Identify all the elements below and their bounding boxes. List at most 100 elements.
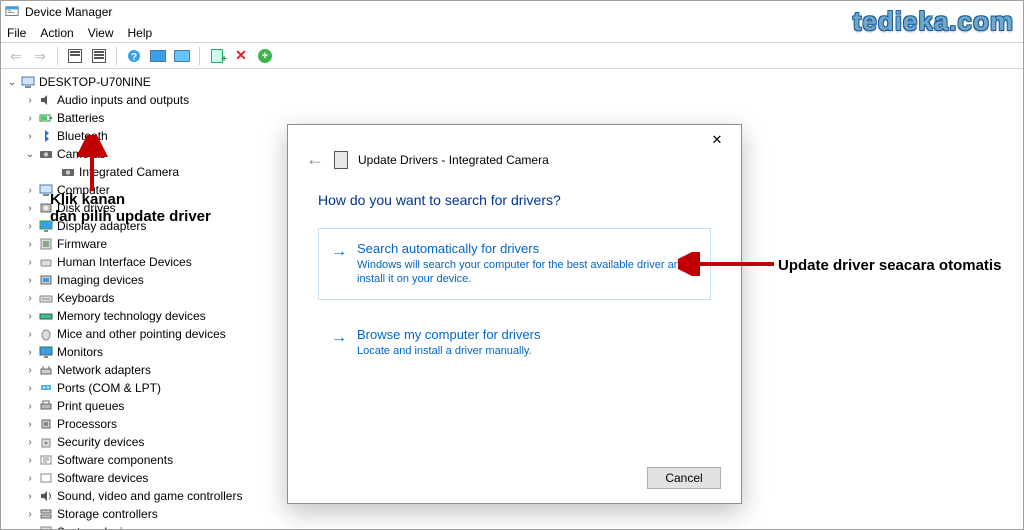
tree-item-label: Mice and other pointing devices bbox=[57, 327, 226, 341]
monitor-icon bbox=[174, 50, 190, 62]
cancel-button[interactable]: Cancel bbox=[647, 467, 721, 489]
show-hide-tree-button[interactable] bbox=[64, 45, 86, 67]
separator bbox=[116, 47, 117, 65]
close-icon: ✕ bbox=[712, 132, 723, 148]
tree-item-label: Human Interface Devices bbox=[57, 255, 192, 269]
chevron-right-icon[interactable]: › bbox=[25, 221, 35, 232]
chevron-right-icon[interactable]: › bbox=[25, 509, 35, 520]
chevron-right-icon[interactable]: › bbox=[25, 239, 35, 250]
tree-root-label: DESKTOP-U70NINE bbox=[39, 75, 151, 89]
menu-action[interactable]: Action bbox=[40, 26, 73, 40]
chevron-right-icon[interactable]: › bbox=[25, 293, 35, 304]
tree-item-label: Cameras bbox=[57, 147, 106, 161]
forward-icon: ⇒ bbox=[34, 49, 46, 63]
device-category-icon bbox=[39, 525, 53, 529]
device-category-icon bbox=[39, 417, 53, 431]
x-icon: ✕ bbox=[235, 47, 247, 64]
chevron-right-icon[interactable]: › bbox=[25, 131, 35, 142]
tree-item-label: Display adapters bbox=[57, 219, 146, 233]
device-category-icon bbox=[39, 93, 53, 107]
device-category-icon bbox=[39, 507, 53, 521]
device-category-icon bbox=[39, 309, 53, 323]
back-icon[interactable]: ← bbox=[306, 149, 324, 170]
arrow-right-icon: → bbox=[331, 329, 347, 347]
help-icon: ? bbox=[126, 48, 142, 64]
chevron-right-icon[interactable]: › bbox=[25, 113, 35, 124]
device-category-icon bbox=[39, 435, 53, 449]
tree-item-label: Monitors bbox=[57, 345, 103, 359]
option-desc: Windows will search your computer for th… bbox=[357, 258, 696, 287]
option-title: Browse my computer for drivers bbox=[357, 327, 696, 342]
device-category-icon bbox=[39, 489, 53, 503]
menubar: File Action View Help bbox=[1, 23, 1023, 43]
uninstall-device-button[interactable]: ✕ bbox=[230, 45, 252, 67]
separator bbox=[57, 47, 58, 65]
tree-item-label: Software devices bbox=[57, 471, 148, 485]
chevron-right-icon[interactable]: › bbox=[25, 347, 35, 358]
dialog-title: Update Drivers - Integrated Camera bbox=[358, 153, 549, 167]
tree-item[interactable]: › Storage controllers bbox=[25, 505, 1017, 523]
scan-hardware-button[interactable] bbox=[147, 45, 169, 67]
chevron-right-icon[interactable]: › bbox=[25, 311, 35, 322]
menu-view[interactable]: View bbox=[88, 26, 114, 40]
tree-item-label: System devices bbox=[57, 525, 141, 529]
chevron-right-icon[interactable]: › bbox=[25, 527, 35, 530]
chevron-right-icon[interactable]: › bbox=[25, 329, 35, 340]
tree-item-label: Security devices bbox=[57, 435, 144, 449]
tree-item-label: Audio inputs and outputs bbox=[57, 93, 189, 107]
chevron-right-icon[interactable]: › bbox=[25, 419, 35, 430]
svg-text:?: ? bbox=[131, 52, 137, 63]
menu-help[interactable]: Help bbox=[128, 26, 153, 40]
monitor-icon bbox=[150, 50, 166, 62]
chevron-right-icon[interactable]: › bbox=[25, 185, 35, 196]
menu-file[interactable]: File bbox=[7, 26, 26, 40]
device-category-icon bbox=[39, 129, 53, 143]
device-category-icon bbox=[39, 183, 53, 197]
option-search-automatically[interactable]: → Search automatically for drivers Windo… bbox=[318, 228, 711, 300]
chevron-right-icon[interactable]: › bbox=[25, 275, 35, 286]
device-icon bbox=[61, 165, 75, 179]
tree-item-label: Disk drives bbox=[57, 201, 116, 215]
chevron-right-icon[interactable]: › bbox=[25, 473, 35, 484]
back-icon: ⇐ bbox=[10, 49, 22, 63]
doc-plus-icon bbox=[211, 49, 223, 63]
properties-button[interactable] bbox=[88, 45, 110, 67]
tree-item-label: Ports (COM & LPT) bbox=[57, 381, 161, 395]
enable-device-button[interactable]: + bbox=[254, 45, 276, 67]
chevron-right-icon[interactable]: › bbox=[25, 401, 35, 412]
tree-item-label: Network adapters bbox=[57, 363, 151, 377]
chevron-right-icon[interactable]: › bbox=[25, 257, 35, 268]
device-category-icon bbox=[39, 363, 53, 377]
forward-button[interactable]: ⇒ bbox=[29, 45, 51, 67]
tree-item-label: Storage controllers bbox=[57, 507, 158, 521]
help-button[interactable]: ? bbox=[123, 45, 145, 67]
chevron-right-icon[interactable]: › bbox=[25, 383, 35, 394]
toolbar: ⇐ ⇒ ? ✕ + bbox=[1, 43, 1023, 69]
dialog-question: How do you want to search for drivers? bbox=[288, 170, 741, 214]
chevron-right-icon[interactable]: › bbox=[25, 203, 35, 214]
chevron-right-icon[interactable]: › bbox=[25, 95, 35, 106]
close-button[interactable]: ✕ bbox=[697, 128, 737, 152]
device-category-icon bbox=[39, 399, 53, 413]
pane-icon bbox=[92, 49, 106, 63]
tree-root[interactable]: ⌄ DESKTOP-U70NINE bbox=[7, 73, 1017, 91]
chevron-down-icon[interactable]: ⌄ bbox=[25, 149, 35, 160]
chevron-down-icon[interactable]: ⌄ bbox=[7, 77, 17, 88]
tree-item-label: Keyboards bbox=[57, 291, 114, 305]
option-browse-computer[interactable]: → Browse my computer for drivers Locate … bbox=[318, 314, 711, 371]
back-button[interactable]: ⇐ bbox=[5, 45, 27, 67]
chevron-right-icon[interactable]: › bbox=[25, 455, 35, 466]
tree-item[interactable]: › Audio inputs and outputs bbox=[25, 91, 1017, 109]
chevron-right-icon[interactable]: › bbox=[25, 365, 35, 376]
app-icon bbox=[5, 5, 19, 19]
install-legacy-button[interactable] bbox=[206, 45, 228, 67]
chevron-right-icon[interactable]: › bbox=[25, 491, 35, 502]
separator bbox=[199, 47, 200, 65]
tree-item[interactable]: › System devices bbox=[25, 523, 1017, 529]
titlebar: Device Manager bbox=[1, 1, 1023, 23]
tree-item-label: Firmware bbox=[57, 237, 107, 251]
update-driver-button[interactable] bbox=[171, 45, 193, 67]
chevron-right-icon[interactable]: › bbox=[25, 437, 35, 448]
tree-item-label: Processors bbox=[57, 417, 117, 431]
tree-item-label: Software components bbox=[57, 453, 173, 467]
